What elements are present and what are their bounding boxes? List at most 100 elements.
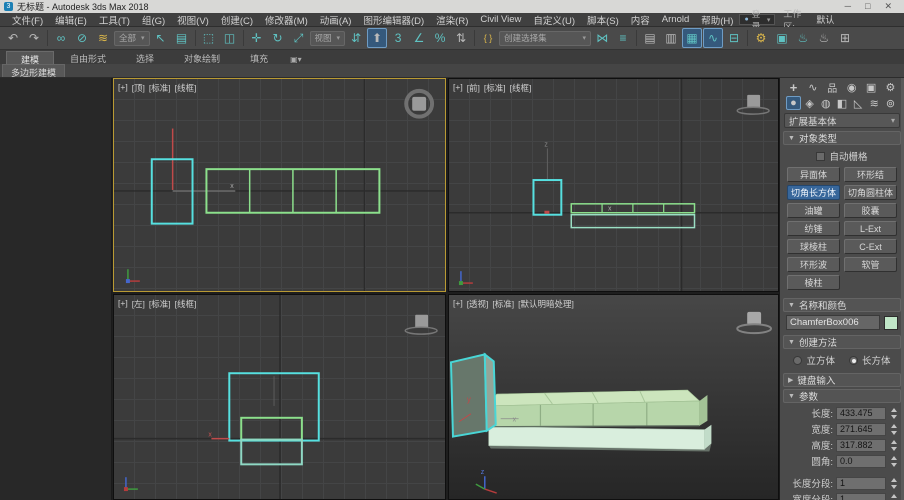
menu-tools[interactable]: 工具(T) — [93, 13, 136, 27]
ribbon-tab-selection[interactable]: 选择 — [122, 51, 168, 64]
snap-toggle-3d-button[interactable]: 3 — [388, 28, 408, 48]
menu-modifiers[interactable]: 修改器(M) — [259, 13, 314, 27]
selection-filter-dropdown[interactable]: 全部 — [114, 31, 150, 46]
viewport-left[interactable]: [+] [左] [标准] [线框] x — [113, 294, 446, 500]
vp-persp-shading[interactable]: [默认明暗处理] — [518, 298, 574, 310]
length-segs-input[interactable]: 1 — [836, 477, 886, 490]
vp-left-shading[interactable]: [线框] — [175, 298, 197, 310]
height-input[interactable]: 317.882 — [836, 439, 886, 452]
select-and-place-button[interactable]: ⬆ — [367, 28, 387, 48]
c-ext-button[interactable]: C-Ext — [844, 239, 897, 254]
toggle-layer-explorer-button[interactable]: ▥ — [661, 28, 681, 48]
curve-editor-button[interactable]: ∿ — [703, 28, 723, 48]
oil-tank-button[interactable]: 油罐 — [787, 203, 840, 218]
ribbon-more-dropdown-icon[interactable]: ▣▾ — [284, 55, 308, 64]
geometry-category-dropdown[interactable]: 扩展基本体 — [784, 113, 900, 128]
toggle-ribbon-button[interactable]: ▦ — [682, 28, 702, 48]
vp-top-menu[interactable]: [+] — [118, 82, 128, 94]
ring-wave-button[interactable]: 环形波 — [787, 257, 840, 272]
chamfer-box-button[interactable]: 切角长方体 — [787, 185, 840, 200]
menu-group[interactable]: 组(G) — [136, 13, 171, 27]
ribbon-tab-object-paint[interactable]: 对象绘制 — [170, 51, 234, 64]
undo-button[interactable]: ↶ — [3, 28, 23, 48]
select-and-link-button[interactable]: ∞ — [51, 28, 71, 48]
autogrid-checkbox[interactable] — [816, 152, 825, 161]
modify-tab-icon[interactable]: ∿ — [805, 80, 820, 94]
object-color-swatch[interactable] — [884, 316, 898, 330]
vp-persp-pov[interactable]: [标准] — [492, 298, 514, 310]
dope-sheet-button[interactable]: ⊟ — [724, 28, 744, 48]
menu-content[interactable]: 内容 — [625, 13, 656, 27]
vp-top-pov[interactable]: [标准] — [149, 82, 171, 94]
vp-persp-menu[interactable]: [+] — [453, 298, 463, 310]
select-and-rotate-button[interactable]: ↻ — [268, 28, 288, 48]
mirror-button[interactable]: ⋈ — [592, 28, 612, 48]
motion-tab-icon[interactable]: ◉ — [844, 80, 859, 94]
box-radio[interactable]: 长方体 — [849, 353, 891, 367]
cube-radio[interactable]: 立方体 — [793, 353, 835, 367]
vp-persp-view[interactable]: [透视] — [467, 298, 489, 310]
named-selection-sets-dropdown[interactable]: 创建选择集 — [499, 31, 591, 46]
length-input[interactable]: 433.475 — [836, 407, 886, 420]
width-input[interactable]: 271.645 — [836, 423, 886, 436]
creation-method-rollout-header[interactable]: ▼ 创建方法 — [783, 335, 901, 349]
parameters-rollout-header[interactable]: ▼ 参数 — [783, 389, 901, 403]
hierarchy-tab-icon[interactable]: 品 — [825, 80, 840, 94]
workspace-dropdown[interactable]: 默认 — [816, 13, 904, 26]
menu-civil-view[interactable]: Civil View — [474, 14, 527, 25]
menu-arnold[interactable]: Arnold — [656, 14, 695, 25]
polygon-modeling-panel-tab[interactable]: 多边形建模 — [2, 64, 65, 77]
viewport-perspective[interactable]: [+] [透视] [标准] [默认明暗处理] x — [448, 294, 779, 500]
space-warps-category-icon[interactable]: ≋ — [867, 96, 882, 110]
display-tab-icon[interactable]: ▣ — [864, 80, 879, 94]
ribbon-tab-modeling[interactable]: 建模 — [6, 51, 54, 64]
select-object-button[interactable]: ↖ — [151, 28, 171, 48]
geometry-category-icon[interactable]: ● — [786, 96, 801, 110]
cameras-category-icon[interactable]: ◧ — [834, 96, 849, 110]
l-ext-button[interactable]: L-Ext — [844, 221, 897, 236]
systems-category-icon[interactable]: ⊚ — [883, 96, 898, 110]
ribbon-tab-freeform[interactable]: 自由形式 — [56, 51, 120, 64]
menu-views[interactable]: 视图(V) — [171, 13, 215, 27]
height-spinner[interactable] — [889, 439, 898, 452]
fillet-input[interactable]: 0.0 — [836, 455, 886, 468]
vp-left-view[interactable]: [左] — [132, 298, 145, 310]
menu-create[interactable]: 创建(C) — [215, 13, 259, 27]
vp-front-pov[interactable]: [标准] — [484, 82, 506, 94]
render-production-button[interactable]: ♨ — [793, 28, 813, 48]
align-button[interactable]: ≡ — [613, 28, 633, 48]
torus-knot-button[interactable]: 环形结 — [844, 167, 897, 182]
name-color-rollout-header[interactable]: ▼ 名称和颜色 — [783, 298, 901, 312]
spindle-button[interactable]: 纺锤 — [787, 221, 840, 236]
angle-snap-button[interactable]: ∠ — [409, 28, 429, 48]
sign-in-dropdown[interactable]: ● 登录 — [739, 14, 775, 25]
menu-graph-editors[interactable]: 图形编辑器(D) — [357, 13, 430, 27]
fillet-spinner[interactable] — [889, 455, 898, 468]
viewport-front[interactable]: [+] [前] [标准] [线框] z x — [448, 78, 779, 292]
menu-customize[interactable]: 自定义(U) — [527, 13, 581, 27]
edit-named-selection-sets-button[interactable]: { } — [478, 28, 498, 48]
vp-front-view[interactable]: [前] — [467, 82, 480, 94]
viewport-top[interactable]: [+] [顶] [标准] [线框] x — [113, 78, 446, 292]
window-crossing-button[interactable]: ◫ — [220, 28, 240, 48]
keyboard-entry-rollout-header[interactable]: ▶ 键盘输入 — [783, 373, 901, 387]
shapes-category-icon[interactable]: ◈ — [802, 96, 817, 110]
render-setup-button[interactable]: ⚙ — [751, 28, 771, 48]
hedra-button[interactable]: 异面体 — [787, 167, 840, 182]
reference-coordinate-dropdown[interactable]: 视图 — [310, 31, 346, 46]
menu-animation[interactable]: 动画(A) — [314, 13, 358, 27]
menu-scripting[interactable]: 脚本(S) — [581, 13, 625, 27]
vp-front-shading[interactable]: [线框] — [510, 82, 532, 94]
width-spinner[interactable] — [889, 423, 898, 436]
state-sets-button[interactable]: ⊞ — [835, 28, 855, 48]
gengon-button[interactable]: 球棱柱 — [787, 239, 840, 254]
chamfer-cylinder-button[interactable]: 切角圆柱体 — [844, 185, 897, 200]
rectangular-selection-region-button[interactable]: ⬚ — [199, 28, 219, 48]
unlink-selection-button[interactable]: ⊘ — [72, 28, 92, 48]
percent-snap-button[interactable]: % — [430, 28, 450, 48]
vp-top-view[interactable]: [顶] — [132, 82, 145, 94]
vp-front-menu[interactable]: [+] — [453, 82, 463, 94]
select-by-name-button[interactable]: ▤ — [172, 28, 192, 48]
render-in-cloud-button[interactable]: ♨ — [814, 28, 834, 48]
spinner-snap-button[interactable]: ⇅ — [451, 28, 471, 48]
